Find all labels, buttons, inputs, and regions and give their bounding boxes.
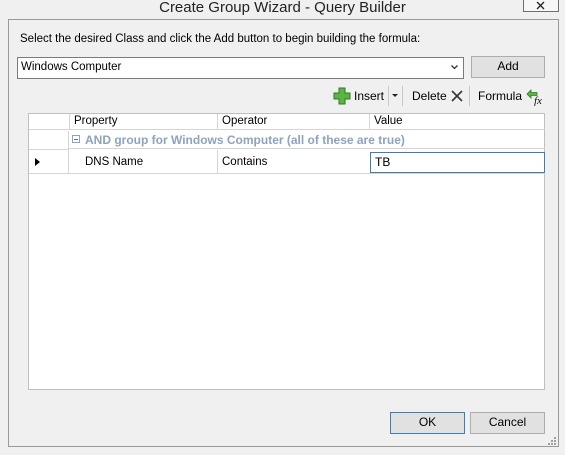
criteria-grid[interactable]: Property Operator Value AND group for Wi…	[28, 113, 545, 390]
close-icon	[536, 1, 545, 10]
row-header-corner	[29, 114, 70, 130]
property-cell[interactable]: DNS Name	[85, 156, 143, 168]
collapse-icon[interactable]	[72, 135, 80, 143]
toolbar-separator	[402, 86, 403, 106]
formula-icon: fx	[526, 89, 542, 106]
formula-label: Formula	[478, 89, 523, 103]
svg-text:fx: fx	[534, 95, 542, 106]
column-divider	[217, 150, 218, 173]
close-button[interactable]	[523, 0, 559, 12]
toolbar-separator	[469, 86, 470, 106]
add-button[interactable]: Add	[471, 56, 545, 78]
instruction-text: Select the desired Class and click the A…	[20, 33, 421, 45]
delete-x-icon	[451, 90, 463, 102]
chevron-down-icon	[451, 65, 458, 70]
insert-label: Insert	[354, 89, 385, 103]
row-header-cell	[29, 131, 69, 150]
column-header-operator[interactable]: Operator	[217, 114, 370, 130]
row-selector[interactable]	[29, 150, 69, 174]
operator-cell[interactable]: Contains	[222, 156, 267, 168]
title-bar: Create Group Wizard - Query Builder	[0, 0, 565, 19]
value-input[interactable]: TB	[370, 152, 545, 173]
formula-button[interactable]: Formula fx	[474, 86, 546, 106]
window-title: Create Group Wizard - Query Builder	[159, 0, 406, 16]
class-select-value: Windows Computer	[21, 61, 122, 73]
group-row[interactable]: AND group for Windows Computer (all of t…	[69, 131, 545, 149]
column-header-property[interactable]: Property	[69, 114, 218, 130]
column-header-value[interactable]: Value	[369, 114, 545, 130]
cancel-button[interactable]: Cancel	[470, 412, 545, 434]
insert-dropdown-button[interactable]	[389, 86, 401, 106]
resize-grip-icon[interactable]	[547, 436, 557, 446]
ok-button[interactable]: OK	[390, 412, 465, 434]
group-label: AND group for Windows Computer (all of t…	[85, 133, 405, 147]
class-select[interactable]: Windows Computer	[17, 57, 464, 79]
delete-label: Delete	[412, 89, 447, 103]
delete-button[interactable]: Delete	[408, 86, 466, 106]
insert-plus-icon	[333, 87, 351, 105]
row-pointer-icon	[35, 158, 40, 166]
insert-button[interactable]: Insert	[333, 86, 385, 106]
chevron-down-icon	[392, 94, 398, 97]
